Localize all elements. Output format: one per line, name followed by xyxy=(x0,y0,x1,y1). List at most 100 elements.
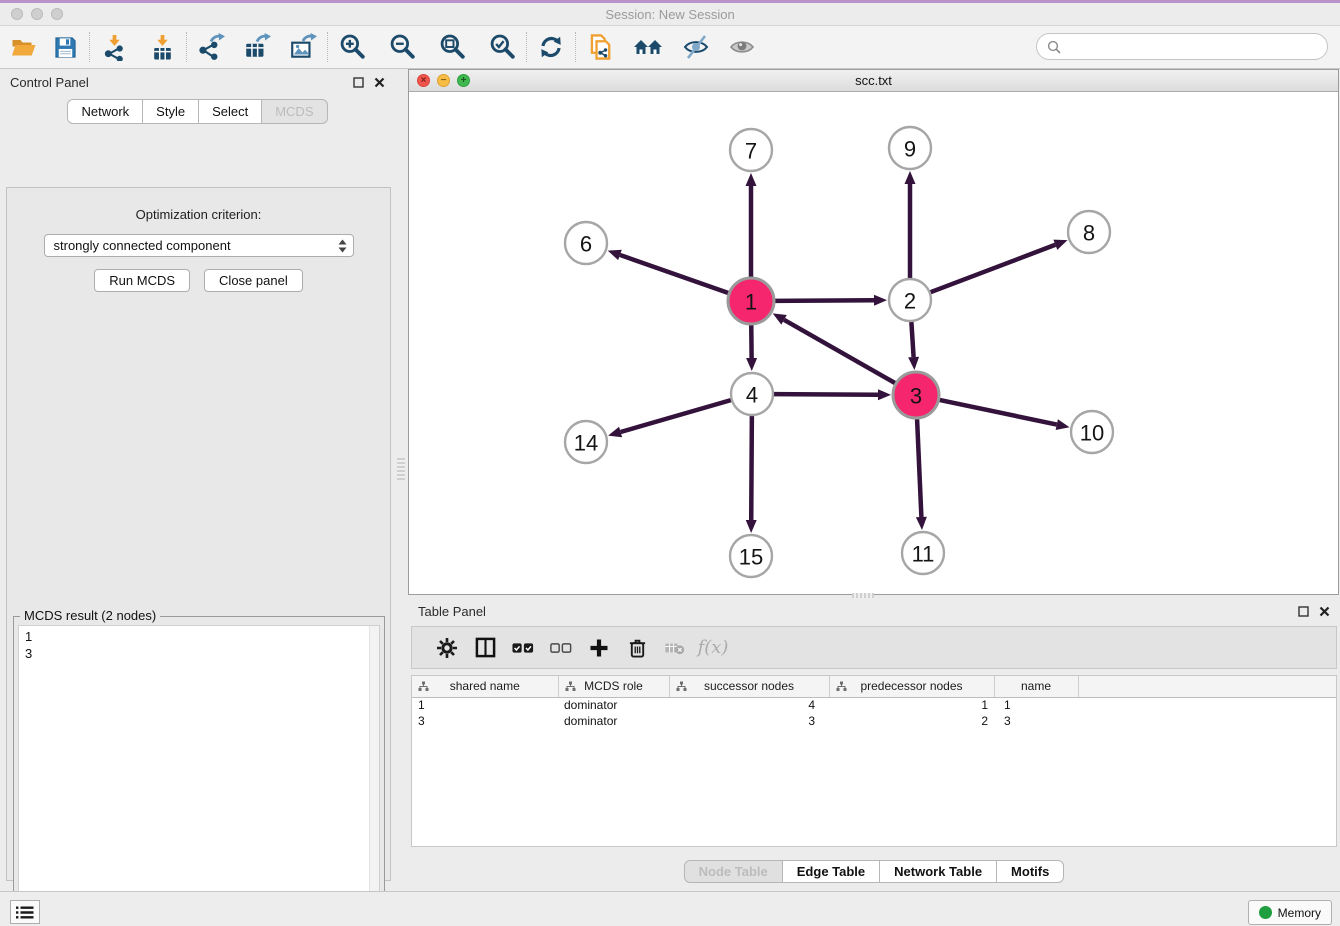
apply-function-button[interactable]: f(x) xyxy=(694,637,732,658)
control-panel-title: Control Panel xyxy=(10,75,353,90)
zoom-in-button[interactable] xyxy=(335,30,369,64)
graph-edge[interactable] xyxy=(784,320,895,383)
export-image-button[interactable] xyxy=(286,30,320,64)
result-scrollbar[interactable] xyxy=(369,626,379,926)
eye-slash-icon xyxy=(681,34,711,60)
graph-edge-arrowhead xyxy=(746,358,757,371)
graph-edge[interactable] xyxy=(911,322,913,357)
tab-select[interactable]: Select xyxy=(199,99,262,124)
float-panel-icon[interactable] xyxy=(1298,606,1309,617)
task-history-button[interactable] xyxy=(10,900,40,924)
mcds-result-title: MCDS result (2 nodes) xyxy=(20,608,160,623)
search-input[interactable] xyxy=(1067,39,1317,54)
graph-edge-arrowhead xyxy=(905,171,916,184)
table-row[interactable]: 3 dominator 3 2 3 xyxy=(412,713,1336,729)
columns-icon xyxy=(475,637,496,658)
network-window-title: scc.txt xyxy=(409,70,1338,91)
tab-edge-table[interactable]: Edge Table xyxy=(783,860,880,883)
graph-node-label: 4 xyxy=(746,383,758,408)
graph-edge[interactable] xyxy=(774,394,878,395)
graph-edge[interactable] xyxy=(917,419,921,517)
deselect-all-button[interactable] xyxy=(542,642,580,654)
open-session-button[interactable] xyxy=(6,30,40,64)
graph-edge-arrowhead xyxy=(1056,419,1070,430)
vertical-splitter-grip[interactable] xyxy=(397,458,405,480)
network-window-titlebar[interactable]: × − + scc.txt xyxy=(409,70,1338,92)
export-network-button[interactable] xyxy=(194,30,228,64)
column-header-predecessor-nodes[interactable]: predecessor nodes xyxy=(829,676,994,697)
sort-icon xyxy=(676,681,687,692)
tab-style[interactable]: Style xyxy=(143,99,199,124)
network-close-icon[interactable]: × xyxy=(417,74,430,87)
graph-node-label: 2 xyxy=(904,289,916,314)
control-panel-header: Control Panel xyxy=(0,69,395,96)
show-all-button[interactable] xyxy=(725,30,759,64)
graph-edge[interactable] xyxy=(751,416,752,520)
graph-edge-arrowhead xyxy=(1053,240,1067,250)
sort-icon xyxy=(418,681,429,692)
close-panel-button[interactable]: Close panel xyxy=(204,269,303,292)
zoom-fit-button[interactable] xyxy=(435,30,469,64)
graph-edge[interactable] xyxy=(931,245,1056,292)
graph-edge[interactable] xyxy=(620,255,728,293)
delete-table-button[interactable] xyxy=(656,641,694,655)
search-box[interactable] xyxy=(1036,33,1328,60)
window-title: Session: New Session xyxy=(0,3,1340,26)
table-settings-button[interactable] xyxy=(428,638,466,658)
status-bar: Memory xyxy=(0,891,1340,926)
create-column-button[interactable] xyxy=(580,638,618,658)
column-header-shared-name[interactable]: shared name xyxy=(412,676,558,697)
list-icon xyxy=(16,906,34,919)
close-panel-icon[interactable] xyxy=(1319,606,1330,617)
tab-mcds[interactable]: MCDS xyxy=(262,99,327,124)
table-row[interactable]: 1 dominator 4 1 1 xyxy=(412,697,1336,713)
import-network-button[interactable] xyxy=(97,30,131,64)
minimize-window-icon[interactable] xyxy=(31,8,43,20)
column-header-name[interactable]: name xyxy=(994,676,1078,697)
show-column-panel-button[interactable] xyxy=(466,637,504,658)
clone-network-button[interactable] xyxy=(583,30,617,64)
tab-motifs[interactable]: Motifs xyxy=(997,860,1064,883)
delete-column-button[interactable] xyxy=(618,637,656,658)
sort-icon xyxy=(836,681,847,692)
hide-selected-button[interactable] xyxy=(679,30,713,64)
column-header-mcds-role[interactable]: MCDS role xyxy=(558,676,669,697)
result-line: 3 xyxy=(25,645,379,662)
network-canvas[interactable]: 1234678910111415 xyxy=(409,92,1338,594)
close-panel-icon[interactable] xyxy=(374,77,385,88)
main-toolbar xyxy=(0,26,1340,69)
network-maximize-icon[interactable]: + xyxy=(457,74,470,87)
tab-node-table[interactable]: Node Table xyxy=(684,860,783,883)
network-minimize-icon[interactable]: − xyxy=(437,74,450,87)
control-panel-tabs: Network Style Select MCDS xyxy=(0,99,395,124)
export-table-button[interactable] xyxy=(240,30,274,64)
column-header-successor-nodes[interactable]: successor nodes xyxy=(669,676,829,697)
zoom-selected-button[interactable] xyxy=(485,30,519,64)
close-window-icon[interactable] xyxy=(11,8,23,20)
memory-button[interactable]: Memory xyxy=(1248,900,1332,925)
result-line: 1 xyxy=(25,628,379,645)
zoom-out-button[interactable] xyxy=(385,30,419,64)
mcds-result-group: MCDS result (2 nodes) 1 3 xyxy=(13,616,385,926)
refresh-view-button[interactable] xyxy=(534,30,568,64)
save-session-button[interactable] xyxy=(48,30,82,64)
export-table-icon xyxy=(243,33,271,61)
graph-edge[interactable] xyxy=(939,400,1056,425)
mcds-result-textarea[interactable]: 1 3 xyxy=(18,625,380,926)
toolbar-separator xyxy=(327,32,328,62)
graph-edge-arrowhead xyxy=(908,357,919,370)
network-window: × − + scc.txt 1234678910111415 xyxy=(408,69,1339,595)
maximize-window-icon[interactable] xyxy=(51,8,63,20)
run-mcds-button[interactable]: Run MCDS xyxy=(94,269,190,292)
select-all-button[interactable] xyxy=(504,642,542,654)
tab-network-table[interactable]: Network Table xyxy=(880,860,997,883)
graph-edge[interactable] xyxy=(775,300,874,301)
first-neighbors-button[interactable] xyxy=(631,30,665,64)
graph-edge-arrowhead xyxy=(746,173,757,186)
zoom-selected-icon xyxy=(488,33,516,61)
criterion-dropdown[interactable]: strongly connected component xyxy=(44,234,354,257)
import-table-button[interactable] xyxy=(145,30,179,64)
tab-network[interactable]: Network xyxy=(67,99,143,124)
float-panel-icon[interactable] xyxy=(353,77,364,88)
graph-edge[interactable] xyxy=(621,400,731,432)
